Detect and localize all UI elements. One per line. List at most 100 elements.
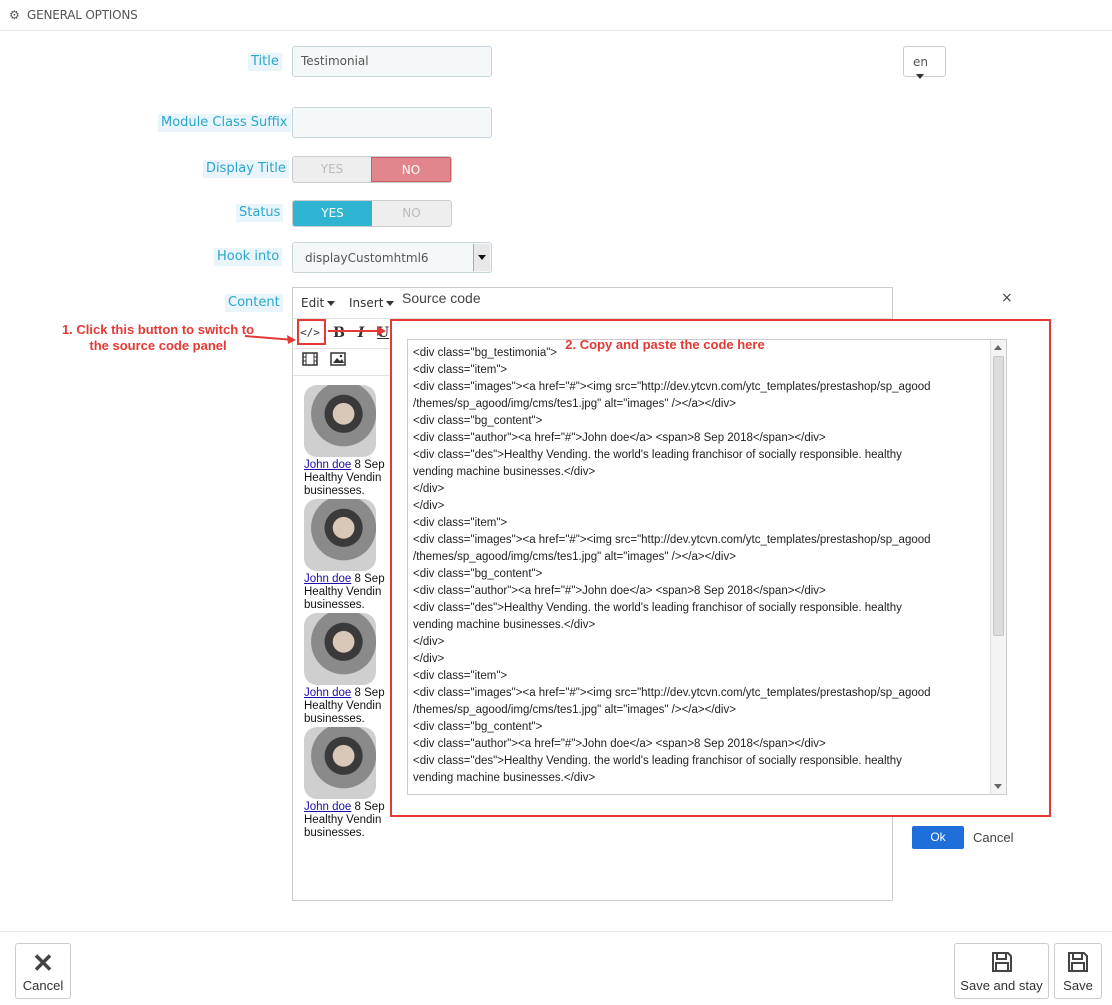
card-text: Healthy Vendin [304, 472, 382, 484]
scroll-up-icon[interactable] [994, 345, 1002, 350]
testimonial-card: John doe 8 Sep Healthy Vendin businesses. [304, 385, 394, 498]
panel-header: ⚙ GENERAL OPTIONS [0, 0, 1112, 31]
select-arrow-icon[interactable] [473, 244, 490, 271]
chevron-down-icon [386, 301, 395, 306]
status-switch: YES NO [292, 200, 452, 227]
panel-title: GENERAL OPTIONS [27, 8, 138, 22]
language-select[interactable]: en [903, 46, 946, 79]
modal-title: Source code [402, 290, 481, 306]
code-line: <div class="item"> [413, 517, 508, 529]
code-line: vending machine businesses.</div> [413, 772, 596, 784]
gears-icon: ⚙ [9, 8, 20, 22]
author-link[interactable]: John doe [304, 573, 351, 585]
scroll-thumb[interactable] [993, 356, 1004, 636]
code-line: <div class="author"><a href="#">John doe… [413, 585, 826, 597]
code-line: <div class="des">Healthy Vending. the wo… [413, 602, 902, 614]
chevron-down-icon [327, 301, 336, 306]
code-line: <div class="images"><a href="#"><img src… [413, 534, 931, 546]
code-line: <div class="item"> [413, 364, 508, 376]
cancel-label: Cancel [22, 978, 64, 993]
menu-edit[interactable]: Edit [301, 296, 336, 310]
avatar [304, 499, 376, 571]
card-text: businesses. [304, 599, 365, 611]
code-line: <div class="des">Healthy Vending. the wo… [413, 755, 902, 767]
arrow-icon [244, 326, 386, 344]
annotation-step1: 1. Click this button to switch to the so… [61, 322, 255, 353]
hook-value: displayCustomhtml6 [305, 251, 429, 265]
ok-button[interactable]: Ok [912, 826, 964, 849]
card-date: 8 Sep [354, 573, 385, 585]
code-line: <div class="author"><a href="#">John doe… [413, 432, 826, 444]
code-line: <div class="des">Healthy Vending. the wo… [413, 449, 902, 461]
annotation-step2: 2. Copy and paste the code here [565, 337, 765, 352]
testimonial-card: John doe 8 Sep Healthy Vendin businesses. [304, 499, 394, 612]
hook-label: Hook into [214, 248, 283, 266]
code-line: </div> [413, 653, 445, 665]
card-text: businesses. [304, 485, 365, 497]
modal-cancel-button[interactable]: Cancel [973, 830, 1013, 845]
chevron-down-icon [916, 74, 924, 79]
suffix-label: Module Class Suffix [158, 114, 291, 132]
content-label: Content [225, 294, 283, 312]
author-link[interactable]: John doe [304, 459, 351, 471]
code-line: </div> [413, 483, 445, 495]
code-line: <div class="images"><a href="#"><img src… [413, 687, 931, 699]
form-footer: ✕ Cancel Save and stay Save [0, 931, 1112, 1005]
scrollbar[interactable] [990, 340, 1006, 794]
card-text: Healthy Vendin [304, 700, 382, 712]
media-icon[interactable] [298, 351, 322, 373]
code-line: vending machine businesses.</div> [413, 466, 596, 478]
code-line: </div> [413, 636, 445, 648]
testimonial-card: John doe 8 Sep Healthy Vendin businesses. [304, 613, 394, 726]
author-link[interactable]: John doe [304, 687, 351, 699]
card-date: 8 Sep [354, 801, 385, 813]
code-line: /themes/sp_agood/img/cms/tes1.jpg" alt="… [413, 551, 736, 563]
code-line: <div class="bg_content"> [413, 568, 543, 580]
editor-menubar: Edit Insert [293, 288, 892, 319]
card-text: businesses. [304, 827, 365, 839]
code-line: /themes/sp_agood/img/cms/tes1.jpg" alt="… [413, 398, 736, 410]
image-icon[interactable] [326, 351, 350, 373]
testimonial-card: John doe 8 Sep Healthy Vendin businesses. [304, 727, 394, 840]
code-line: <div class="item"> [413, 670, 508, 682]
cancel-button[interactable]: ✕ Cancel [15, 943, 71, 999]
close-icon[interactable]: × [1001, 290, 1013, 306]
card-text: Healthy Vendin [304, 814, 382, 826]
display-title-yes[interactable]: YES [293, 157, 371, 182]
display-title-switch: YES NO [292, 156, 452, 183]
title-input[interactable]: Testimonial [292, 46, 492, 77]
save-icon [1055, 944, 1101, 978]
card-text: Healthy Vendin [304, 586, 382, 598]
code-line: <div class="bg_content"> [413, 415, 543, 427]
code-line: vending machine businesses.</div> [413, 619, 596, 631]
title-label: Title [248, 53, 282, 71]
avatar [304, 613, 376, 685]
save-and-stay-label: Save and stay [960, 978, 1043, 993]
close-icon: ✕ [32, 948, 54, 978]
code-line: <div class="bg_content"> [413, 721, 543, 733]
card-date: 8 Sep [354, 687, 385, 699]
status-yes[interactable]: YES [293, 201, 372, 226]
code-line: /themes/sp_agood/img/cms/tes1.jpg" alt="… [413, 704, 736, 716]
status-no[interactable]: NO [372, 201, 451, 226]
display-title-label: Display Title [203, 160, 289, 178]
avatar [304, 727, 376, 799]
scroll-down-icon[interactable] [994, 784, 1002, 789]
card-text: businesses. [304, 713, 365, 725]
save-label: Save [1063, 978, 1093, 993]
code-line: <div class="images"><a href="#"><img src… [413, 381, 931, 393]
source-code-textarea[interactable]: <div class="bg_testimonia"> <div class="i… [407, 339, 1007, 795]
card-date: 8 Sep [354, 459, 385, 471]
author-link[interactable]: John doe [304, 801, 351, 813]
code-line: </div> [413, 500, 445, 512]
menu-insert[interactable]: Insert [349, 296, 395, 310]
status-label: Status [236, 204, 284, 222]
save-button[interactable]: Save [1054, 943, 1102, 999]
suffix-input[interactable] [292, 107, 492, 138]
code-line: <div class="author"><a href="#">John doe… [413, 738, 826, 750]
avatar [304, 385, 376, 457]
language-value: en [913, 55, 928, 69]
save-and-stay-button[interactable]: Save and stay [954, 943, 1049, 999]
hook-select[interactable]: displayCustomhtml6 [292, 242, 492, 273]
display-title-no[interactable]: NO [371, 157, 451, 182]
